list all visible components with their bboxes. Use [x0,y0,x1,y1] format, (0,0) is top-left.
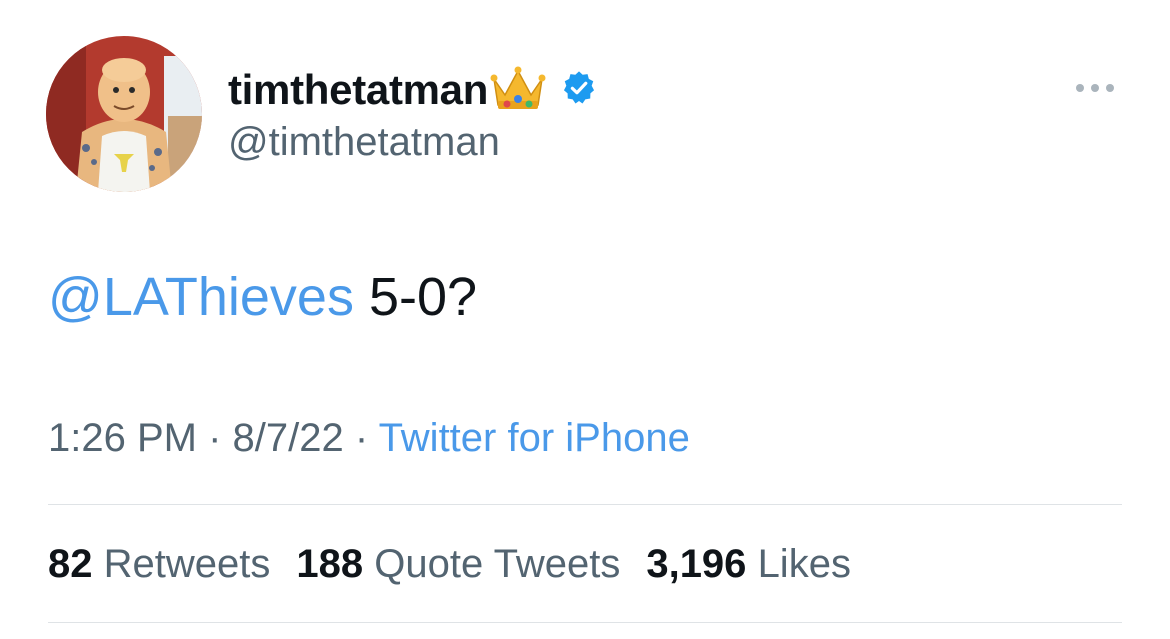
tweet-date[interactable]: 8/7/22 [233,416,344,460]
divider [48,622,1122,623]
meta-separator: · [343,416,379,460]
author-name-row[interactable]: timthetatman [228,62,598,118]
display-name[interactable]: timthetatman [228,66,488,114]
quote-tweets-count: 188 [296,542,364,586]
verified-badge-icon[interactable] [560,69,598,112]
avatar-image [46,36,202,192]
tweet-time[interactable]: 1:26 PM [48,416,197,460]
tweet-meta: 1:26 PM · 8/7/22 · Twitter for iPhone [48,416,690,461]
quote-tweets-label: Quote Tweets [374,542,621,586]
tweet-stats: 82 Retweets 188 Quote Tweets 3,196 Likes [48,542,877,587]
more-options-icon[interactable] [1070,76,1120,100]
retweets-count: 82 [48,542,93,586]
retweets-label: Retweets [103,542,271,586]
tweet-card: timthetatman @timthetatman @LAThieves 5-… [0,0,1170,639]
avatar[interactable] [46,36,202,192]
likes-count: 3,196 [646,542,747,586]
quote-tweets-stat[interactable]: 188 Quote Tweets [296,542,620,587]
meta-separator: · [196,416,233,460]
author-handle[interactable]: @timthetatman [228,120,500,165]
mention-link[interactable]: @LAThieves [48,267,354,327]
retweets-stat[interactable]: 82 Retweets [48,542,270,587]
likes-label: Likes [757,542,851,586]
crown-icon [490,65,546,116]
tweet-body: @LAThieves 5-0? [48,266,477,328]
divider [48,504,1122,505]
tweet-source-link[interactable]: Twitter for iPhone [379,416,690,460]
likes-stat[interactable]: 3,196 Likes [646,542,851,587]
tweet-text: 5-0? [353,267,478,327]
